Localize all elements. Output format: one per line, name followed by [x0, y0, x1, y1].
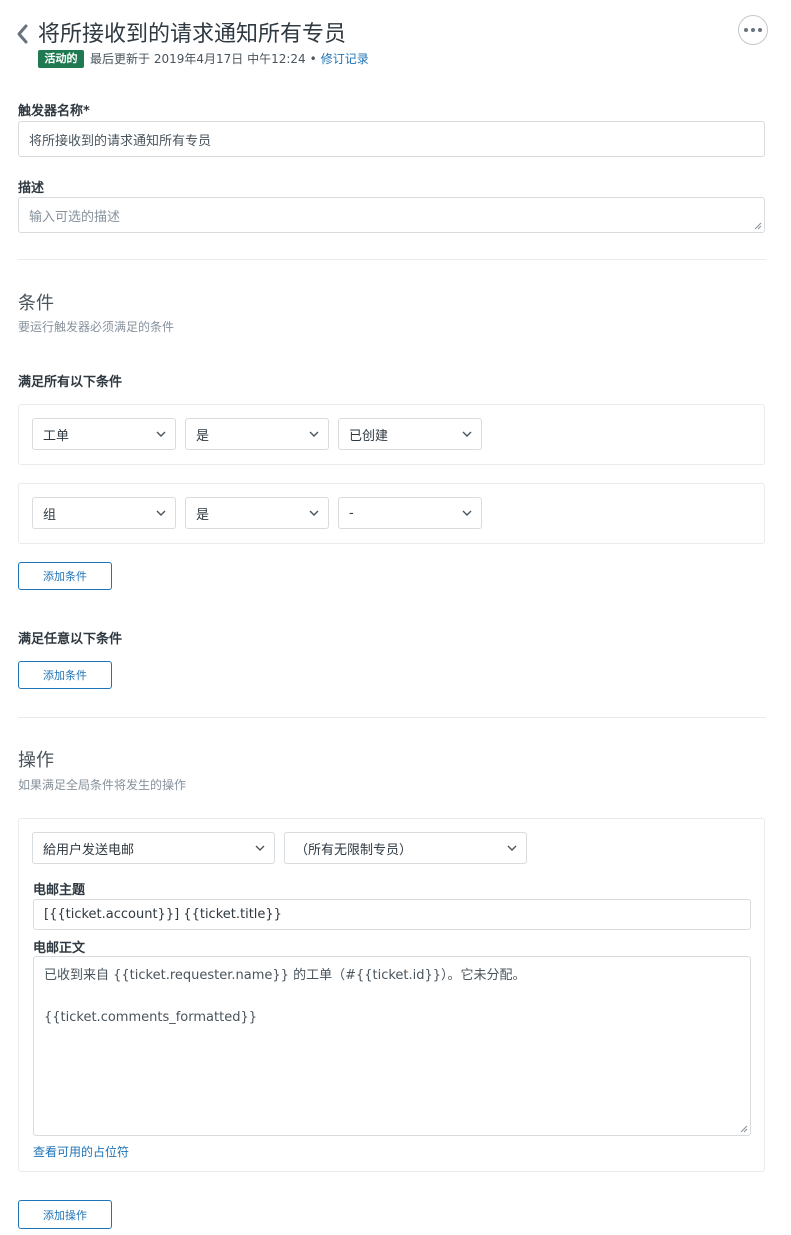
email-body-line: {{ticket.comments_formatted}}: [44, 1010, 257, 1025]
condition-row: 工单 是 已创建: [18, 404, 765, 465]
add-any-condition-button[interactable]: 添加条件: [18, 661, 112, 689]
condition-operator-select[interactable]: 是: [185, 418, 329, 450]
separator-dot: •: [309, 52, 317, 66]
actions-title: 操作: [18, 750, 54, 771]
email-body-textarea[interactable]: 已收到来自 {{ticket.requester.name}} 的工单（#{{t…: [33, 956, 751, 1136]
conditions-description: 要运行触发器必须满足的条件: [18, 320, 175, 334]
chevron-down-icon: [462, 431, 472, 437]
chevron-down-icon: [507, 845, 517, 851]
page-title: 将所接收到的请求通知所有专员: [38, 22, 347, 47]
condition-operator-select[interactable]: 是: [185, 497, 329, 529]
email-body-label: 电邮正文: [33, 941, 86, 956]
description-placeholder: 输入可选的描述: [29, 209, 121, 225]
more-options-button[interactable]: [738, 15, 768, 45]
email-subject-value: [{{ticket.account}}] {{ticket.title}}: [44, 907, 282, 922]
status-badge: 活动的: [38, 50, 84, 68]
conditions-title: 条件: [18, 293, 54, 314]
updated-text: 最后更新于 2019年4月17日 中午12:24: [90, 52, 306, 66]
chevron-down-icon: [255, 845, 265, 851]
revision-history-link[interactable]: 修订记录: [321, 52, 369, 66]
resize-grip-icon[interactable]: [740, 1125, 748, 1133]
email-subject-input[interactable]: [{{ticket.account}}] {{ticket.title}}: [33, 899, 751, 930]
add-action-button[interactable]: 添加操作: [18, 1200, 112, 1229]
section-divider: [18, 259, 766, 260]
email-body-line: 已收到来自 {{ticket.requester.name}} 的工单（#{{t…: [44, 968, 526, 983]
chevron-left-icon[interactable]: [14, 22, 32, 46]
chevron-down-icon: [309, 510, 319, 516]
action-target-select[interactable]: （所有无限制专员）: [284, 832, 527, 864]
trigger-name-input[interactable]: 将所接收到的请求通知所有专员: [18, 121, 765, 157]
action-type-select[interactable]: 給用户发送电邮: [32, 832, 275, 864]
trigger-name-value: 将所接收到的请求通知所有专员: [29, 133, 212, 149]
condition-value-select[interactable]: -: [338, 497, 482, 529]
chevron-down-icon: [462, 510, 472, 516]
description-textarea[interactable]: 输入可选的描述: [18, 197, 765, 233]
chevron-down-icon: [156, 510, 166, 516]
last-updated-info: 最后更新于 2019年4月17日 中午12:24 • 修订记录: [90, 50, 369, 68]
section-divider: [18, 717, 766, 718]
chevron-down-icon: [156, 431, 166, 437]
meet-all-label: 满足所有以下条件: [18, 375, 123, 390]
add-all-condition-button[interactable]: 添加条件: [18, 562, 112, 590]
meet-any-label: 满足任意以下条件: [18, 632, 123, 647]
description-label: 描述: [18, 181, 45, 196]
action-card: 給用户发送电邮 （所有无限制专员） 电邮主题 [{{ticket.account…: [18, 818, 765, 1172]
condition-value-select[interactable]: 已创建: [338, 418, 482, 450]
condition-field-select[interactable]: 工单: [32, 418, 176, 450]
resize-grip-icon[interactable]: [754, 222, 762, 230]
trigger-name-label: 触发器名称*: [18, 104, 90, 119]
condition-row: 组 是 -: [18, 483, 765, 544]
more-dots-icon: [744, 28, 748, 32]
email-subject-label: 电邮主题: [33, 883, 86, 898]
condition-field-select[interactable]: 组: [32, 497, 176, 529]
actions-description: 如果满足全局条件将发生的操作: [18, 778, 187, 792]
view-placeholders-link[interactable]: 查看可用的占位符: [33, 1143, 129, 1160]
chevron-down-icon: [309, 431, 319, 437]
